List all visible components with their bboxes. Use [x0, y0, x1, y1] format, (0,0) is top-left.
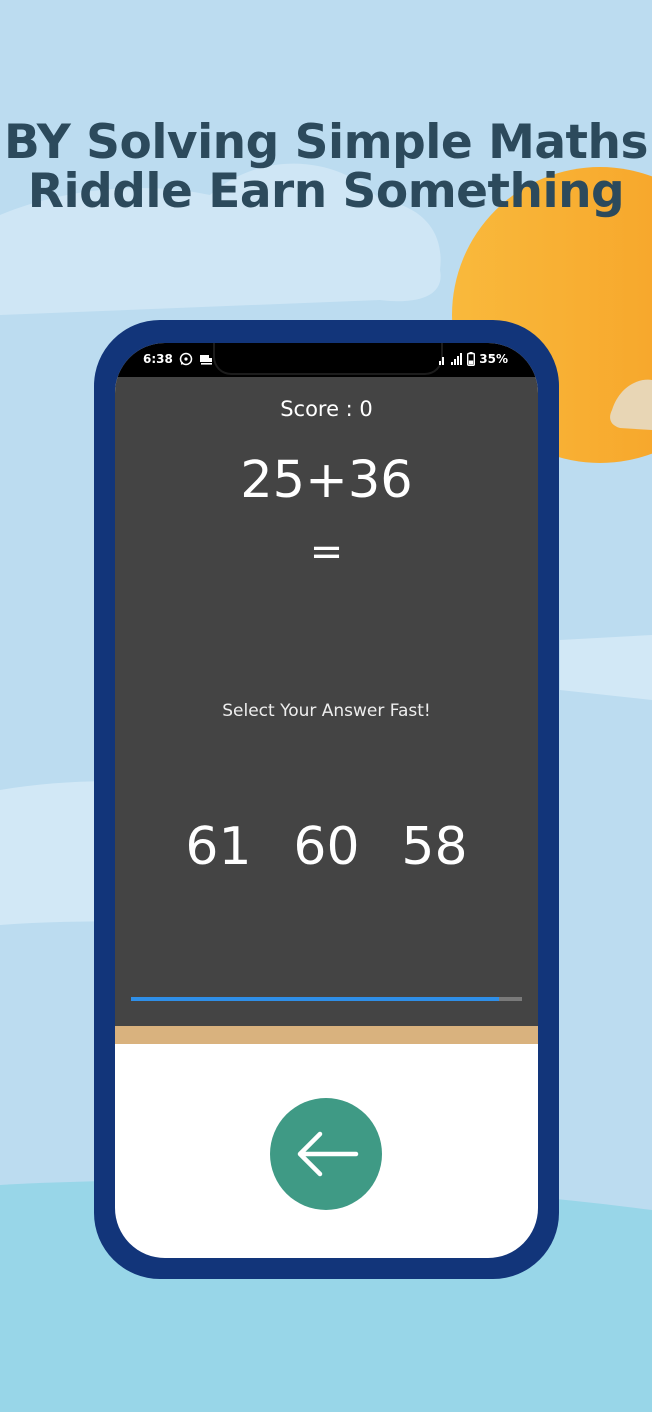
arrow-left-icon — [297, 1131, 359, 1177]
status-left: 6:38 — [143, 352, 213, 366]
game-area: Score : 0 25+36 = Select Your Answer Fas… — [115, 377, 538, 1026]
timer-progress-bar — [131, 997, 522, 1001]
notification-icon — [199, 355, 212, 365]
answer-option-1[interactable]: 61 — [180, 817, 258, 877]
promo-headline: BY Solving Simple Maths Riddle Earn Some… — [0, 118, 652, 216]
answer-option-2[interactable]: 60 — [288, 817, 366, 877]
whatsapp-icon — [179, 352, 193, 366]
status-bar: 6:38 35% — [115, 343, 538, 377]
answer-options: 61 60 58 — [115, 817, 538, 877]
status-time: 6:38 — [143, 352, 173, 366]
status-right: 35% — [439, 352, 508, 366]
battery-level: 35% — [479, 352, 508, 366]
headline-line-2: Riddle Earn Something — [27, 164, 625, 219]
signal-icon — [451, 353, 463, 365]
answer-option-3[interactable]: 58 — [396, 817, 474, 877]
headline-line-1: BY Solving Simple Maths — [4, 115, 648, 170]
phone-screen: 6:38 35% Score: 0 25+36 = Select Your A… — [115, 343, 538, 1258]
back-button[interactable] — [270, 1098, 382, 1210]
camera-notch — [213, 343, 443, 375]
battery-icon — [467, 352, 476, 366]
score-label: Score : 0 — [280, 397, 373, 421]
math-question: 25+36 — [240, 451, 413, 510]
answer-prompt: Select Your Answer Fast! — [222, 701, 431, 721]
signal-icon — [439, 357, 445, 365]
timer-progress-fill — [131, 997, 499, 1001]
equals-sign: = — [309, 529, 344, 575]
accent-strip — [115, 1026, 538, 1044]
